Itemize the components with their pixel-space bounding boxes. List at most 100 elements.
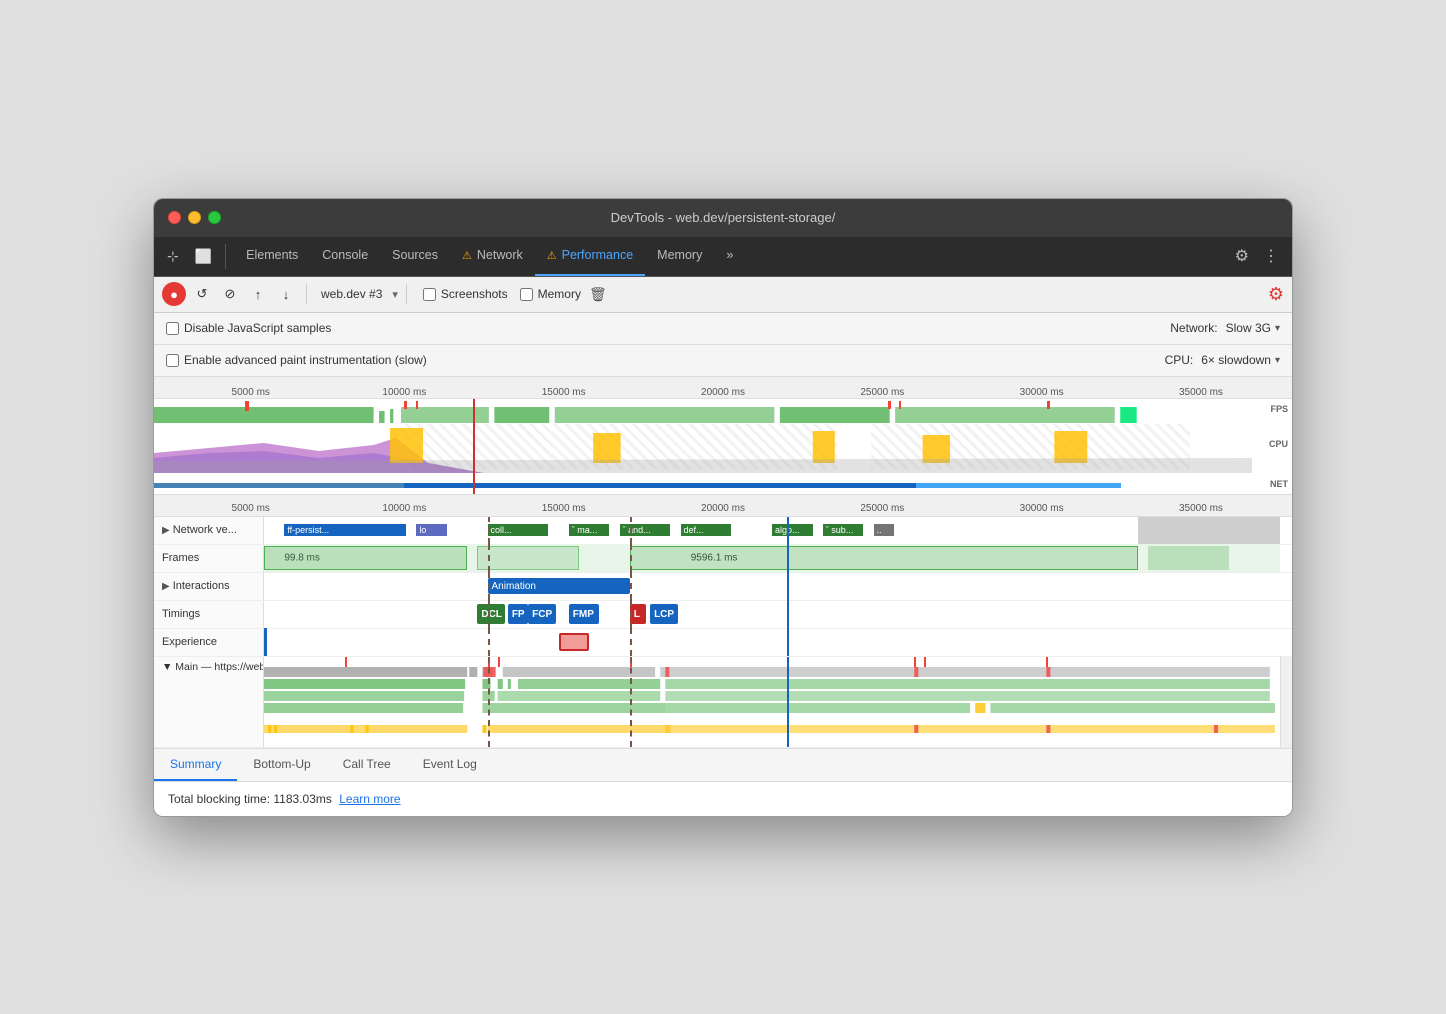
network-arrow[interactable]: ▶ bbox=[162, 525, 170, 536]
experience-track-content[interactable] bbox=[264, 628, 1280, 656]
paint-instrumentation-checkbox[interactable] bbox=[166, 354, 179, 367]
screenshots-label: Screenshots bbox=[441, 287, 508, 301]
track-ruler-20000: 20000 ms bbox=[701, 503, 745, 514]
tab-bottom-up-label: Bottom-Up bbox=[253, 757, 310, 771]
net-item-dot[interactable]: .. bbox=[874, 524, 894, 536]
cpu-throttle-select[interactable]: CPU: 6× slowdown ▾ bbox=[1165, 353, 1280, 367]
network-value: Slow 3G bbox=[1226, 321, 1271, 335]
bottom-tabs: Summary Bottom-Up Call Tree Event Log bbox=[154, 749, 1292, 782]
memory-label: Memory bbox=[538, 287, 581, 301]
cursor-line[interactable] bbox=[473, 399, 475, 494]
interactions-track-label[interactable]: ▶ Interactions bbox=[154, 573, 264, 600]
tab-bottom-up[interactable]: Bottom-Up bbox=[237, 749, 326, 781]
settings-cog-icon[interactable]: ⚙ bbox=[1268, 284, 1284, 305]
timings-label-text: Timings bbox=[162, 608, 200, 620]
options-right: Network: Slow 3G ▾ bbox=[1170, 321, 1280, 335]
timing-fp[interactable]: FP bbox=[508, 604, 528, 624]
timing-lcp[interactable]: LCP bbox=[650, 604, 678, 624]
net-label: NET bbox=[1270, 479, 1288, 489]
timings-track-content[interactable]: DCL FP FCP FMP L LCP bbox=[264, 600, 1280, 628]
tab-sources[interactable]: Sources bbox=[380, 236, 450, 276]
load-profile-button[interactable]: ↑ bbox=[246, 282, 270, 306]
timing-fcp[interactable]: FCP bbox=[528, 604, 556, 624]
network-throttle-select[interactable]: Network: Slow 3G ▾ bbox=[1170, 321, 1280, 335]
cursor-icon[interactable]: ⊹ bbox=[162, 244, 184, 269]
frames-track-content[interactable]: 99.8 ms 9596.1 ms bbox=[264, 544, 1280, 572]
net-item-and[interactable]: ˇ and... bbox=[620, 524, 671, 536]
window-title: DevTools - web.dev/persistent-storage/ bbox=[611, 210, 836, 225]
dashed-vline-1 bbox=[488, 517, 490, 545]
timeline-chart[interactable]: FPS CPU NET bbox=[154, 399, 1292, 494]
traffic-lights bbox=[168, 211, 221, 224]
maximize-button[interactable] bbox=[208, 211, 221, 224]
net-item-algo[interactable]: algo... bbox=[772, 524, 813, 536]
animation-item[interactable]: Animation bbox=[488, 578, 630, 594]
main-track-content[interactable] bbox=[264, 657, 1280, 747]
tab-event-log[interactable]: Event Log bbox=[407, 749, 493, 781]
interactions-arrow[interactable]: ▶ bbox=[162, 581, 170, 592]
tabs-bar: ⊹ ⬜ Elements Console Sources ⚠ Network ⚠… bbox=[154, 237, 1292, 277]
profile-dropdown[interactable]: ▾ bbox=[392, 288, 398, 301]
experience-cls-item[interactable] bbox=[559, 633, 589, 651]
save-profile-button[interactable]: ↓ bbox=[274, 282, 298, 306]
tab-summary[interactable]: Summary bbox=[154, 749, 237, 781]
tab-console-label: Console bbox=[322, 248, 368, 262]
network-warning-icon: ⚠ bbox=[462, 249, 472, 262]
minimize-button[interactable] bbox=[188, 211, 201, 224]
tab-network[interactable]: ⚠ Network bbox=[450, 236, 535, 276]
disable-js-label[interactable]: Disable JavaScript samples bbox=[166, 321, 331, 335]
track-ruler: 5000 ms 10000 ms 15000 ms 20000 ms 25000… bbox=[154, 495, 1292, 517]
fps-red-mark-3 bbox=[416, 401, 418, 409]
tab-more[interactable]: » bbox=[714, 236, 745, 276]
cpu-dropdown-arrow[interactable]: ▾ bbox=[1275, 355, 1280, 366]
net-item-coll[interactable]: coll... bbox=[488, 524, 549, 536]
tab-memory[interactable]: Memory bbox=[645, 236, 714, 276]
fps-chart bbox=[154, 399, 1252, 423]
record-button[interactable]: ● bbox=[162, 282, 186, 306]
blocking-time-text: Total blocking time: 1183.03ms bbox=[168, 792, 332, 806]
screenshots-checkbox-label[interactable]: Screenshots bbox=[423, 287, 508, 301]
network-track-label[interactable]: ▶ Network ve... bbox=[154, 517, 264, 544]
fps-label: FPS bbox=[1270, 404, 1288, 414]
timing-fmp[interactable]: FMP bbox=[569, 604, 599, 624]
settings-icon[interactable]: ⚙ bbox=[1230, 242, 1254, 270]
dashed-vline-exp-1 bbox=[488, 628, 490, 656]
device-icon[interactable]: ⬜ bbox=[190, 244, 217, 269]
experience-track: Experience bbox=[154, 629, 1292, 657]
timing-l[interactable]: L bbox=[630, 604, 646, 624]
more-options-icon[interactable]: ⋮ bbox=[1258, 242, 1284, 270]
memory-checkbox-label[interactable]: Memory bbox=[520, 287, 581, 301]
timing-dcl[interactable]: DCL bbox=[477, 604, 505, 624]
net-item-lo[interactable]: lo bbox=[416, 524, 446, 536]
tab-call-tree[interactable]: Call Tree bbox=[327, 749, 407, 781]
net-item-sub[interactable]: ˇ sub... bbox=[823, 524, 864, 536]
main-track-scrollbar[interactable] bbox=[1280, 657, 1292, 747]
memory-checkbox[interactable] bbox=[520, 288, 533, 301]
tab-console[interactable]: Console bbox=[310, 236, 380, 276]
disable-js-checkbox[interactable] bbox=[166, 322, 179, 335]
network-track-content[interactable]: ff-persist... lo coll... ˇ ma... ˇ and..… bbox=[264, 517, 1280, 545]
fps-red-mark-2 bbox=[404, 401, 407, 409]
tabs-right: ⚙ ⋮ bbox=[1230, 242, 1284, 270]
fps-red-mark-1 bbox=[245, 401, 249, 411]
learn-more-link[interactable]: Learn more bbox=[339, 792, 400, 806]
tab-performance[interactable]: ⚠ Performance bbox=[535, 236, 645, 276]
network-dropdown-arrow[interactable]: ▾ bbox=[1275, 323, 1280, 334]
ruler-10000: 10000 ms bbox=[382, 387, 426, 398]
trash-icon[interactable]: 🗑 bbox=[589, 286, 607, 303]
ruler-5000: 5000 ms bbox=[232, 387, 270, 398]
net-item-def[interactable]: def... bbox=[681, 524, 732, 536]
flame-chart-svg bbox=[264, 667, 1280, 747]
interactions-track-content[interactable]: Animation bbox=[264, 572, 1280, 600]
screenshots-checkbox[interactable] bbox=[423, 288, 436, 301]
tab-call-tree-label: Call Tree bbox=[343, 757, 391, 771]
close-button[interactable] bbox=[168, 211, 181, 224]
net-item-ff[interactable]: ff-persist... bbox=[284, 524, 406, 536]
tab-elements[interactable]: Elements bbox=[234, 236, 310, 276]
clear-button[interactable]: ⊘ bbox=[218, 282, 242, 306]
reload-record-button[interactable]: ↺ bbox=[190, 282, 214, 306]
paint-instrumentation-text: Enable advanced paint instrumentation (s… bbox=[184, 353, 427, 367]
net-item-ma[interactable]: ˇ ma... bbox=[569, 524, 610, 536]
blue-vline-timings bbox=[787, 600, 789, 628]
paint-instrumentation-label[interactable]: Enable advanced paint instrumentation (s… bbox=[166, 353, 427, 367]
